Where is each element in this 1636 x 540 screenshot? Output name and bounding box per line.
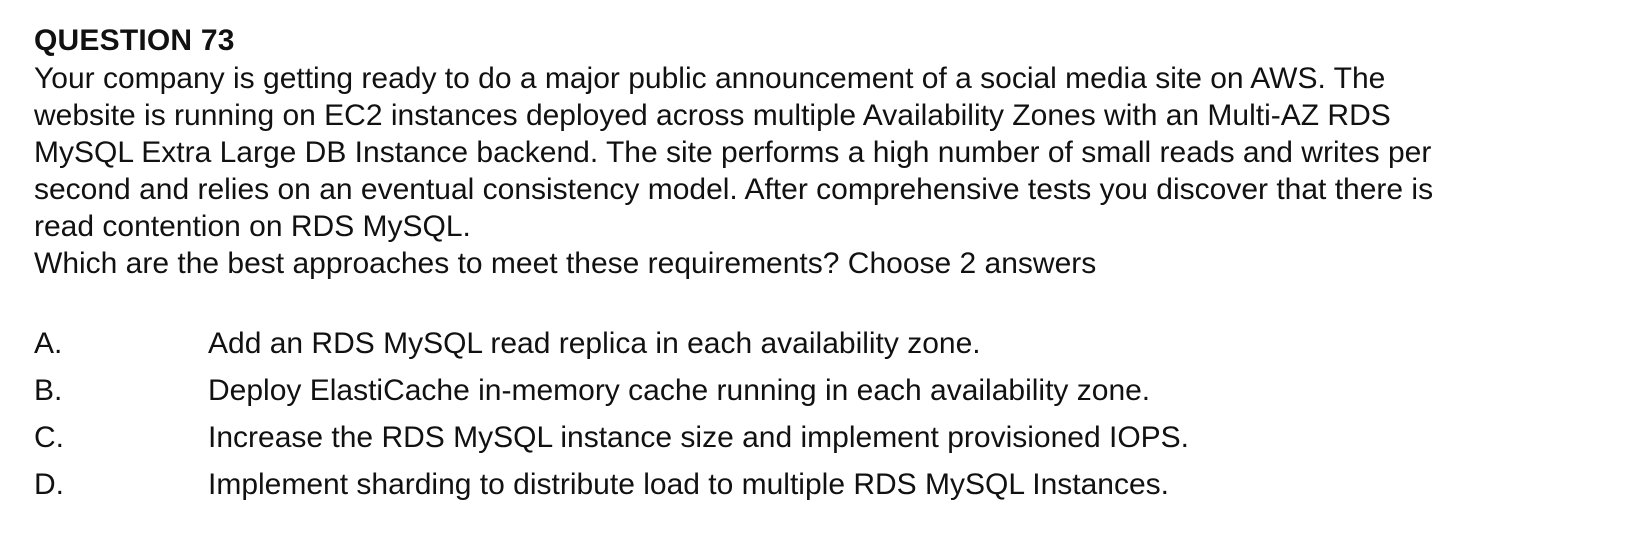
stem-line: MySQL Extra Large DB Instance backend. T… (34, 136, 1432, 169)
stem-line: read contention on RDS MySQL. (34, 210, 471, 243)
question-prompt: Which are the best approaches to meet th… (34, 247, 1097, 280)
stem-line: website is running on EC2 instances depl… (34, 99, 1391, 132)
option-b: B. Deploy ElastiCache in-memory cache ru… (34, 367, 1614, 414)
option-letter: C. (34, 421, 64, 454)
option-letter: D. (34, 468, 64, 501)
option-letter: A. (34, 327, 63, 360)
option-letter: B. (34, 374, 63, 407)
option-text: Deploy ElastiCache in-memory cache runni… (208, 374, 1151, 407)
option-a: A. Add an RDS MySQL read replica in each… (34, 320, 1614, 367)
option-c: C. Increase the RDS MySQL instance size … (34, 414, 1614, 461)
stem-line: Your company is getting ready to do a ma… (34, 62, 1386, 95)
option-text: Increase the RDS MySQL instance size and… (208, 421, 1190, 454)
option-d: D. Implement sharding to distribute load… (34, 461, 1614, 508)
question-document: QUESTION 73 Your company is getting read… (34, 22, 1614, 508)
question-title: QUESTION 73 (34, 24, 235, 57)
stem-line: second and relies on an eventual consist… (34, 173, 1434, 206)
option-text: Add an RDS MySQL read replica in each av… (208, 327, 981, 360)
question-stem: Your company is getting ready to do a ma… (34, 60, 1614, 245)
answer-options: A. Add an RDS MySQL read replica in each… (34, 320, 1614, 508)
option-text: Implement sharding to distribute load to… (208, 468, 1169, 501)
